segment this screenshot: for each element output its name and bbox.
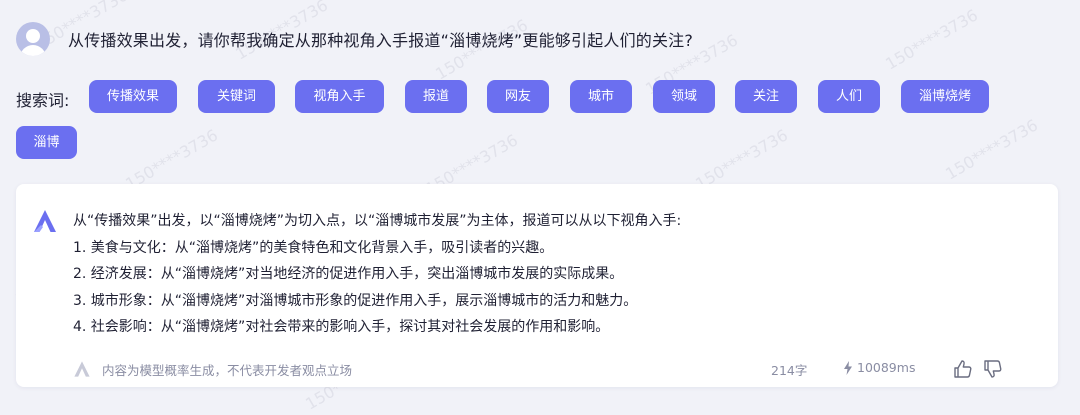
answer-line: 4. 社会影响：从“淄博烧烤”对社会带来的影响入手，探讨其对社会发展的作用和影响… <box>73 319 610 335</box>
keyword-chip[interactable]: 城市 <box>570 80 632 113</box>
keyword-chip[interactable]: 淄博烧烤 <box>901 80 989 113</box>
keyword-chip[interactable]: 淄博 <box>16 126 77 159</box>
keyword-chip[interactable]: 人们 <box>818 80 880 113</box>
assistant-logo-icon <box>34 210 56 232</box>
question-row: 从传播效果出发，请你帮我确定从那种视角入手报道“淄博烧烤”更能够引起人们的关注? <box>16 22 693 56</box>
keyword-chip[interactable]: 报道 <box>405 80 467 113</box>
thumbs-up-icon[interactable] <box>952 358 974 380</box>
disclaimer-text: 内容为模型概率生成，不代表开发者观点立场 <box>102 363 353 378</box>
assistant-logo-small-icon <box>74 361 90 377</box>
latency-value: 10089ms <box>857 360 916 375</box>
keyword-chip[interactable]: 网友 <box>487 80 549 113</box>
answer-footer: 内容为模型概率生成，不代表开发者观点立场 214字 10089ms <box>16 358 1058 380</box>
watermark: 150****3736 <box>942 115 1042 184</box>
word-count: 214字 <box>771 363 808 378</box>
chat-page: 150****3736 150****3736 150****3736 150*… <box>0 0 1080 415</box>
user-avatar-icon <box>16 22 50 56</box>
thumbs-down-icon[interactable] <box>982 358 1004 380</box>
keyword-chip[interactable]: 关注 <box>735 80 797 113</box>
keyword-chip[interactable]: 视角入手 <box>295 80 384 113</box>
keywords-label: 搜索词: <box>16 91 70 110</box>
answer-line: 3. 城市形象：从“淄博烧烤”对淄博城市形象的促进作用入手，展示淄博城市的活力和… <box>73 292 638 309</box>
keyword-chip[interactable]: 传播效果 <box>89 80 177 113</box>
answer-line: 2. 经济发展：从“淄博烧烤”对当地经济的促进作用入手，突出淄博城市发展的实际成… <box>73 266 624 282</box>
question-text: 从传播效果出发，请你帮我确定从那种视角入手报道“淄博烧烤”更能够引起人们的关注? <box>68 31 694 50</box>
keyword-chip[interactable]: 领域 <box>653 80 715 113</box>
answer-line: 1. 美食与文化：从“淄博烧烤”的美食特色和文化背景入手，吸引读者的兴趣。 <box>73 239 554 256</box>
latency-display: 10089ms <box>843 360 915 375</box>
answer-line: 从“传播效果”出发，以“淄博烧烤”为切入点，以“淄博城市发展”为主体，报道可以从… <box>73 213 682 229</box>
answer-card: 从“传播效果”出发，以“淄博烧烤”为切入点，以“淄博城市发展”为主体，报道可以从… <box>16 184 1058 387</box>
lightning-icon <box>844 360 852 375</box>
keyword-chip[interactable]: 关键词 <box>198 80 275 113</box>
answer-text: 从“传播效果”出发，以“淄博烧烤”为切入点，以“淄博城市发展”为主体，报道可以从… <box>73 208 681 341</box>
watermark: 150****3736 <box>882 5 982 74</box>
